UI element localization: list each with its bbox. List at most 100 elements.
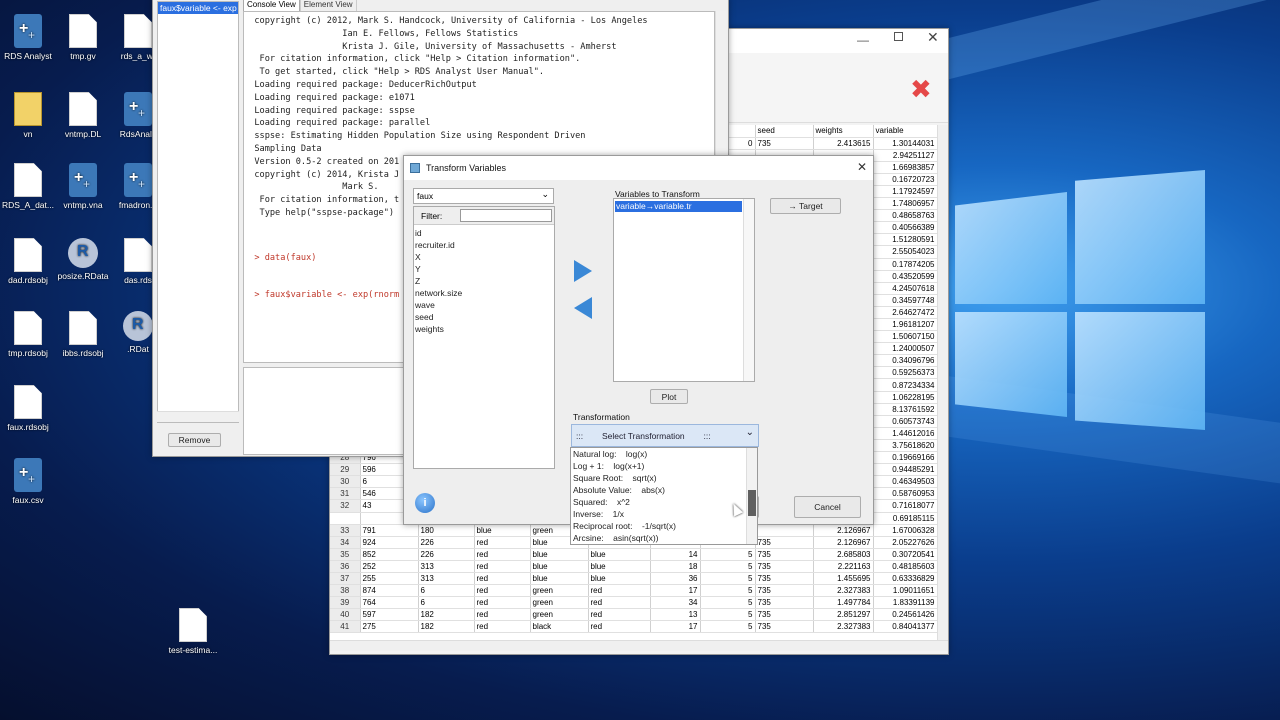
table-cell: 1.67006328 (873, 524, 937, 537)
transformation-option[interactable]: Inverse: 1/x (571, 508, 757, 520)
left-horizontal-scrollbar[interactable] (157, 411, 239, 422)
table-cell: green (530, 584, 589, 598)
list-scrollbar[interactable] (743, 199, 754, 381)
transformation-option[interactable]: Absolute Value: abs(x) (571, 484, 757, 496)
console-line: Loading required package: e1071 (244, 92, 415, 103)
close-icon[interactable]: ✕ (857, 160, 867, 174)
list-item[interactable]: id (414, 227, 554, 239)
table-cell: 1.96181207 (873, 318, 937, 332)
maximize-button[interactable] (894, 32, 903, 41)
table-row[interactable]: 37 255 313 red blue blue 36 5 735 1.455695 0.63336… (330, 572, 937, 586)
transformation-option[interactable]: Reciprocal root: -1/sqrt(x) (571, 520, 757, 532)
table-cell: 0.43520599 (873, 270, 937, 283)
table-cell: 226 (418, 536, 475, 549)
target-button[interactable]: → Target (770, 198, 841, 214)
table-cell: 275 (360, 620, 419, 634)
transformation-select[interactable]: ::: Select Transformation ::: ⌄ (571, 424, 759, 447)
table-cell: 18 (650, 560, 701, 573)
table-cell: 14 (650, 548, 701, 561)
tab-element-view[interactable]: Element View (299, 0, 357, 11)
desktop-icon[interactable]: test-estima... (158, 608, 228, 655)
variable-list[interactable]: id recruiter.id X Y Znetwork.size wave seed wei… (414, 225, 554, 335)
table-cell: 0.46349503 (873, 475, 937, 489)
table-cell: 36 (650, 572, 701, 586)
list-item[interactable]: weights (414, 323, 554, 335)
document-icon (69, 92, 97, 126)
dialog-titlebar: Transform Variables ✕ (404, 156, 873, 180)
app-icon: ++ (69, 163, 97, 197)
app-icon: ++ (14, 458, 42, 492)
table-cell: 0.94485291 (873, 463, 937, 477)
table-cell: 924 (360, 536, 419, 549)
table-cell (755, 524, 814, 537)
transformation-option[interactable]: Log + 1: log(x+1) (571, 460, 757, 472)
remove-arrow-button[interactable] (574, 297, 592, 319)
table-cell: 226 (418, 548, 475, 561)
table-cell: red (474, 584, 531, 598)
transformation-dropdown-list[interactable]: Natural log: log(x) Log + 1: log(x+1) Squa… (570, 447, 758, 545)
app-icon: ++ (124, 92, 152, 126)
close-icon[interactable]: ✕ (927, 29, 939, 46)
desktop-icon[interactable]: faux.rdsobj (0, 385, 63, 432)
transformation-option[interactable]: Square Root: sqrt(x) (571, 472, 757, 484)
remove-button[interactable]: Remove (168, 433, 221, 447)
filter-input[interactable] (460, 209, 552, 222)
grid-horizontal-scrollbar[interactable] (330, 640, 948, 651)
table-cell: 5 (700, 548, 756, 561)
console-line: To get started, click "Help > RDS Analys… (244, 67, 545, 78)
plot-button[interactable]: Plot (650, 389, 688, 404)
minimize-button[interactable]: — (857, 33, 869, 47)
tab-console-view[interactable]: Console View (243, 0, 300, 11)
table-cell: 17 (650, 620, 701, 634)
list-item[interactable]: network.size (414, 287, 554, 299)
table-cell: 3.75618620 (873, 439, 937, 453)
table-cell: 1.497784 (813, 596, 874, 610)
list-item[interactable]: recruiter.id (414, 239, 554, 251)
table-row[interactable]: 40 597 182 red green red 13 5 735 2.851297 0.24561… (330, 608, 937, 622)
table-cell: red (588, 584, 651, 598)
table-cell: 1.51280591 (873, 233, 937, 247)
table-cell: 2.413615 (813, 137, 874, 150)
table-row[interactable]: 36 252 313 red blue blue 18 5 735 2.221163 0.48185… (330, 560, 937, 573)
add-arrow-button[interactable] (574, 260, 592, 282)
desktop-icon-label: faux.rdsobj (7, 422, 49, 432)
to-transform-list[interactable]: variable→variable.tr (613, 198, 755, 382)
table-cell: blue (474, 524, 531, 537)
console-line: Krista J. Gile, University of Massachuse… (244, 41, 617, 52)
table-cell: 2.327383 (813, 620, 874, 634)
table-row[interactable]: 38 874 6 red green red 17 5 735 2.327383 1.0901165… (330, 584, 937, 598)
list-item[interactable]: variable→variable.tr (615, 201, 742, 212)
table-cell: 0.48658763 (873, 209, 937, 223)
dataset-select[interactable]: faux ⌄ (413, 188, 554, 204)
transformation-option[interactable]: Natural log: log(x) (571, 448, 757, 460)
dropdown-scrollbar[interactable] (746, 448, 757, 544)
desktop-icon[interactable]: + + faux.csv (0, 458, 63, 505)
grid-vertical-scrollbar[interactable] (937, 125, 948, 640)
variables-panel: Filter: id recruiter.id X Y Znetwork.size wav… (413, 206, 555, 469)
list-item[interactable]: X (414, 251, 554, 263)
list-item[interactable]: wave (414, 299, 554, 311)
dropdown-scroll-thumb[interactable] (748, 490, 756, 516)
list-item[interactable]: Z (414, 275, 554, 287)
history-item[interactable]: faux$variable <- exp (158, 2, 238, 14)
document-icon (179, 608, 207, 642)
table-row[interactable]: 35 852 226 red blue blue 14 5 735 2.685803 0.30720… (330, 548, 937, 561)
transformation-option[interactable]: Arcsine: asin(sqrt(x)) (571, 532, 757, 544)
table-row[interactable]: 41 275 182 red black red 17 5 735 2.327383 0.84041… (330, 620, 937, 634)
info-icon[interactable]: i (415, 493, 435, 513)
console-line: copyright (c) 2012, Mark S. Handcock, Un… (244, 16, 648, 26)
cancel-button[interactable]: Cancel (794, 496, 861, 518)
table-cell: red (474, 572, 531, 586)
table-cell: 2.851297 (813, 608, 874, 622)
red-x-icon[interactable]: ✖ (910, 76, 936, 102)
list-item[interactable]: Y (414, 263, 554, 275)
table-cell: 0.19669166 (873, 451, 937, 465)
table-cell: blue (530, 548, 589, 561)
table-cell: 1.455695 (813, 572, 874, 586)
table-cell: 0.30720541 (873, 548, 937, 561)
table-cell: 0.16720723 (873, 173, 937, 186)
table-cell: 0.34597748 (873, 294, 937, 307)
list-item[interactable]: seed (414, 311, 554, 323)
table-cell: 735 (755, 596, 814, 610)
table-row[interactable]: 39 764 6 red green red 34 5 735 1.497784 1.8339113… (330, 596, 937, 610)
